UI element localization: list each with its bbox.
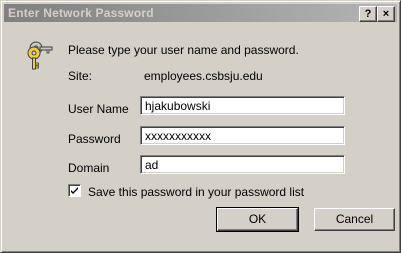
prompt-text: Please type your user name and password.: [68, 43, 299, 57]
username-input[interactable]: [142, 98, 340, 113]
save-password-checkbox[interactable]: [68, 184, 81, 197]
site-label: Site:: [68, 69, 93, 83]
close-button[interactable]: ×: [377, 6, 395, 22]
site-value: employees.csbsju.edu: [144, 69, 263, 83]
title-bar[interactable]: Enter Network Password ? ×: [4, 4, 397, 22]
password-field-frame: [140, 126, 345, 145]
ok-button[interactable]: OK: [216, 207, 299, 232]
cancel-button[interactable]: Cancel: [314, 208, 395, 231]
window-title: Enter Network Password: [8, 6, 154, 20]
network-password-dialog: Enter Network Password ? × Please type y…: [0, 0, 401, 253]
username-label: User Name: [68, 102, 129, 116]
username-field-frame: [140, 96, 345, 115]
help-button[interactable]: ?: [359, 6, 377, 22]
domain-label: Domain: [68, 161, 110, 175]
domain-field-frame: [140, 155, 345, 174]
save-password-label[interactable]: Save this password in your password list: [88, 185, 304, 199]
keys-icon: [25, 39, 57, 71]
checkmark-icon: [71, 187, 78, 194]
domain-input[interactable]: [142, 157, 340, 172]
password-label: Password: [68, 132, 121, 146]
password-input[interactable]: [142, 128, 340, 143]
